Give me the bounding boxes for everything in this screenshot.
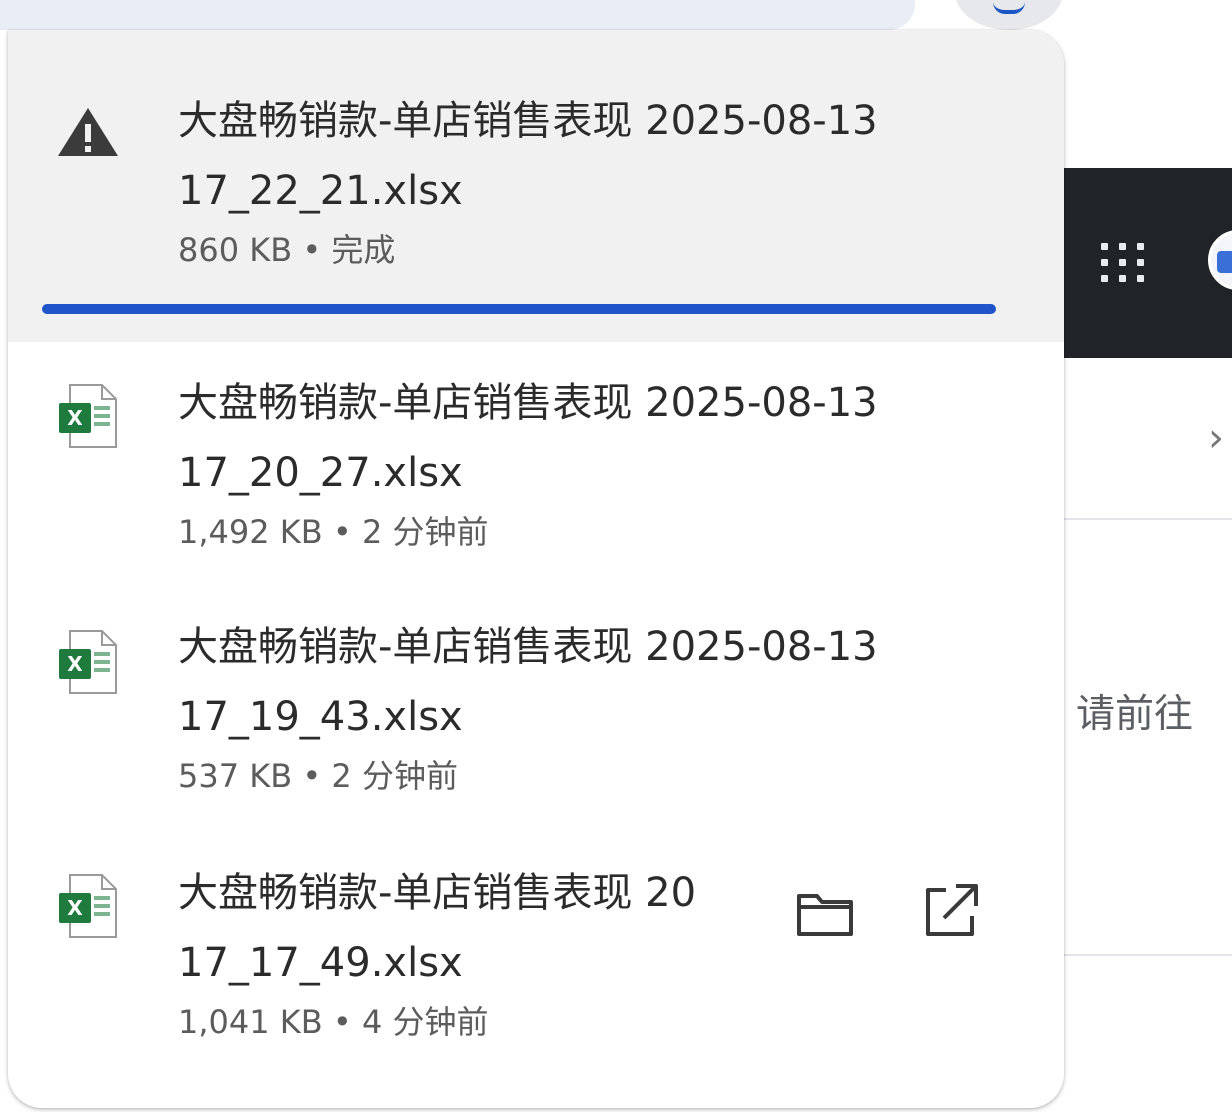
download-filename: 大盘畅销款-单店销售表现 2025-08-13 xyxy=(178,624,878,670)
svg-text:X: X xyxy=(67,896,83,920)
show-in-folder-button[interactable] xyxy=(790,876,860,946)
download-icon xyxy=(993,2,1025,14)
download-item[interactable]: X 大盘畅销款-单店销售表现 20 17_17_49.xlsx 1,041 KB… xyxy=(8,834,1064,1080)
download-filename-cont: 17_22_21.xlsx xyxy=(178,168,463,214)
download-filename: 大盘畅销款-单店销售表现 20 xyxy=(178,870,697,916)
download-filename: 大盘畅销款-单店销售表现 2025-08-13 xyxy=(178,98,878,144)
open-file-button[interactable] xyxy=(914,874,984,944)
download-status: 1,492 KB • 2 分钟前 xyxy=(178,513,489,551)
download-item[interactable]: 大盘畅销款-单店销售表现 2025-08-13 17_22_21.xlsx 86… xyxy=(8,30,1064,342)
chevron-right-icon[interactable]: › xyxy=(1208,416,1224,460)
download-progress-bar xyxy=(42,304,996,314)
download-item[interactable]: X 大盘畅销款-单店销售表现 2025-08-13 17_19_43.xlsx … xyxy=(8,588,1064,834)
divider xyxy=(1060,954,1232,956)
excel-file-icon: X xyxy=(56,628,120,702)
excel-file-icon: X xyxy=(56,872,120,946)
download-status: 860 KB • 完成 xyxy=(178,231,396,269)
download-item[interactable]: X 大盘畅销款-单店销售表现 2025-08-13 17_20_27.xlsx … xyxy=(8,342,1064,588)
page-text-fragment: 请前往 xyxy=(1076,692,1194,737)
excel-file-icon: X xyxy=(56,382,120,456)
apps-grid-icon[interactable] xyxy=(1101,243,1149,285)
download-filename-cont: 17_17_49.xlsx xyxy=(178,940,463,986)
downloads-bubble: 大盘畅销款-单店销售表现 2025-08-13 17_22_21.xlsx 86… xyxy=(8,30,1064,1108)
downloads-toolbar-button[interactable] xyxy=(955,0,1063,30)
open-external-icon xyxy=(926,884,978,936)
divider xyxy=(1060,518,1232,520)
download-filename: 大盘畅销款-单店销售表现 2025-08-13 xyxy=(178,380,878,426)
address-bar[interactable] xyxy=(0,0,915,30)
svg-text:X: X xyxy=(67,406,83,430)
folder-icon xyxy=(797,894,853,936)
warning-icon xyxy=(56,104,120,164)
download-status: 1,041 KB • 4 分钟前 xyxy=(178,1003,489,1041)
svg-text:X: X xyxy=(67,652,83,676)
download-status: 537 KB • 2 分钟前 xyxy=(178,757,458,795)
download-filename-cont: 17_20_27.xlsx xyxy=(178,450,463,496)
download-filename-cont: 17_19_43.xlsx xyxy=(178,694,463,740)
